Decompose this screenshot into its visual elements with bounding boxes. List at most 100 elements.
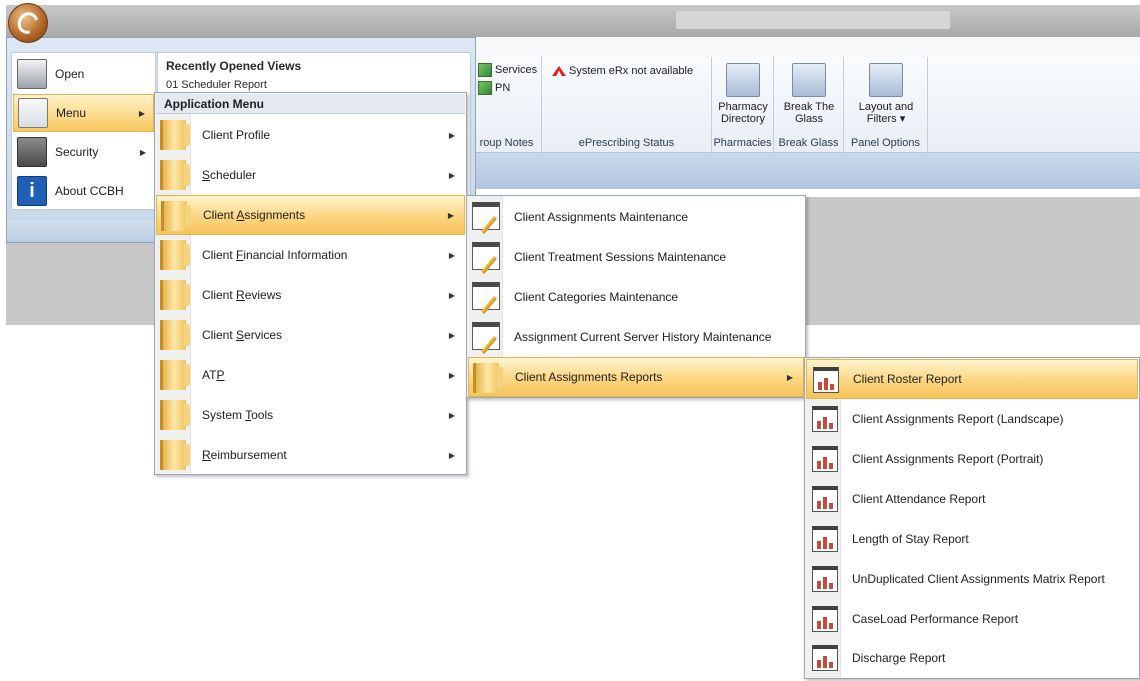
menu-item-label: Client Profile	[202, 128, 271, 142]
pn-icon	[478, 81, 492, 95]
break-glass-label-2: Glass	[794, 113, 824, 125]
menu-item-client-roster-report[interactable]: Client Roster Report	[806, 359, 1138, 399]
layout-and-filters-button[interactable]: Layout and Filters ▾	[854, 63, 918, 125]
menu-menu-item[interactable]: Menu ▶	[13, 94, 154, 132]
report-bar-icon-part	[817, 461, 821, 469]
menu-item-unduplicated-client-assignments-matrix-report[interactable]: UnDuplicated Client Assignments Matrix R…	[806, 559, 1138, 599]
menu-item-label: System Tools	[202, 408, 273, 422]
menu-item-label: inancial Information	[243, 248, 348, 262]
menu-label: Menu	[56, 106, 87, 120]
break-glass-group: Break The Glass Break Glass	[774, 57, 844, 153]
services-button[interactable]: Services	[478, 63, 537, 77]
open-label: Open	[55, 67, 85, 81]
report-bar-icon-part	[817, 621, 821, 629]
services-icon	[478, 63, 492, 77]
menu-item-label: Client Assignments Reports	[515, 370, 663, 384]
erx-status-indicator[interactable]: System eRx not available	[552, 65, 693, 77]
chevron-right-icon: ▶	[138, 108, 145, 118]
menu-item-label: eimbursement	[210, 448, 287, 462]
chevron-right-icon: ▶	[448, 370, 455, 380]
menu-item-client-attendance-report[interactable]: Client Attendance Report	[806, 479, 1138, 519]
report-bar-icon-part	[824, 378, 828, 390]
break-the-glass-button[interactable]: Break The Glass	[782, 63, 836, 125]
menu-item-label: S	[236, 328, 245, 342]
report-bar-icon-part	[817, 541, 821, 549]
menu-item-label: P	[216, 368, 225, 382]
menu-item-client-financial-information[interactable]: Client Financial Information ▶	[156, 235, 465, 275]
menu-item-atp[interactable]: ATP ▶	[156, 355, 465, 395]
chevron-right-icon: ▶	[448, 290, 455, 300]
pharmacy-label-1: Pharmacy	[718, 101, 768, 113]
group-notes-group: Services PN roup Notes	[472, 57, 542, 153]
menu-item-discharge-report[interactable]: Discharge Report	[806, 638, 1138, 678]
menu-item-label: R	[236, 288, 245, 302]
report-icon	[812, 526, 838, 552]
report-bar-icon-part	[829, 662, 833, 668]
pharmacies-group: Pharmacy Directory Pharmacies	[712, 57, 774, 153]
menu-item-label: Client	[202, 248, 237, 262]
report-bar-icon-part	[817, 660, 821, 668]
report-bar-icon-part	[817, 501, 821, 509]
chevron-right-icon: ▶	[448, 170, 455, 180]
menu-item-client-categories-maintenance[interactable]: Client Categories Maintenance	[468, 277, 804, 317]
chevron-right-icon: ▶	[448, 450, 455, 460]
application-orb-button[interactable]	[8, 3, 48, 43]
report-icon	[813, 367, 839, 393]
pn-button[interactable]: PN	[478, 81, 510, 95]
menu-item-caseload-performance-report[interactable]: CaseLoad Performance Report	[806, 599, 1138, 639]
security-menu-item[interactable]: Security ▶	[13, 133, 154, 171]
folder-icon	[160, 240, 190, 270]
menu-item-client-profile[interactable]: Client Profile ▶	[156, 115, 465, 155]
report-icon	[812, 446, 838, 472]
report-bar-icon-part	[829, 503, 833, 509]
about-menu-item[interactable]: i About CCBH	[13, 172, 154, 210]
menu-item-label: S	[202, 168, 211, 182]
eprescribing-label: ePrescribing Status	[578, 137, 675, 149]
menu-item-system-tools[interactable]: System Tools ▶	[156, 395, 465, 435]
chevron-right-icon: ▶	[786, 372, 793, 382]
menu-item-client-services[interactable]: Client Services ▶	[156, 315, 465, 355]
client-assignments-reports-submenu: Client Roster Report Client Assignments …	[804, 357, 1140, 679]
menu-item-label: Client	[202, 288, 237, 302]
menu-item-label: Client Assignments Report (Portrait)	[852, 452, 1044, 466]
folder-icon	[160, 360, 190, 390]
menu-item-label: AT	[202, 368, 217, 382]
chevron-right-icon: ▶	[139, 147, 146, 157]
menu-item-reimbursement[interactable]: Reimbursement ▶	[156, 435, 465, 475]
chevron-right-icon: ▶	[448, 410, 455, 420]
menu-item-label: Discharge Report	[852, 651, 946, 665]
menu-item-client-assignments-reports[interactable]: Client Assignments Reports ▶	[468, 357, 804, 397]
menu-item-label: Client Profile	[202, 128, 270, 142]
folder-icon	[473, 363, 503, 393]
menu-item-client-assignments-maintenance[interactable]: Client Assignments Maintenance	[468, 197, 804, 237]
folder-icon	[161, 201, 191, 231]
menu-item-label: CaseLoad Performance Report	[852, 612, 1019, 626]
panel-options-label: Panel Options	[850, 137, 921, 149]
pharmacy-label-2: Directory	[720, 113, 765, 125]
eprescribing-group: System eRx not available ePrescribing St…	[542, 57, 712, 153]
menu-item-scheduler[interactable]: Scheduler ▶	[156, 155, 465, 195]
report-bar-icon-part	[823, 617, 827, 629]
report-icon	[812, 486, 838, 512]
menu-item-length-of-stay-report[interactable]: Length of Stay Report	[806, 519, 1138, 559]
edit-pencil-icon	[472, 282, 500, 310]
layout-icon	[869, 63, 903, 97]
report-bar-icon-part	[829, 463, 833, 469]
menu-item-client-assignments-report-landscape[interactable]: Client Assignments Report (Landscape)	[806, 399, 1138, 439]
report-bar-icon-part	[829, 583, 833, 589]
recent-view-item[interactable]: 01 Scheduler Report	[166, 79, 267, 91]
report-bar-icon-part	[823, 457, 827, 469]
title-bar	[6, 5, 1140, 37]
menu-item-client-assignments[interactable]: Client Assignments ▶	[156, 195, 465, 235]
menu-item-client-treatment-sessions-maintenance[interactable]: Client Treatment Sessions Maintenance	[468, 237, 804, 277]
menu-item-client-assignments-report-portrait[interactable]: Client Assignments Report (Portrait)	[806, 439, 1138, 479]
menu-item-assignment-current-server-history-maintenance[interactable]: Assignment Current Server History Mainte…	[468, 317, 804, 357]
menu-item-client-reviews[interactable]: Client Reviews ▶	[156, 275, 465, 315]
pharmacy-directory-button[interactable]: Pharmacy Directory	[716, 63, 770, 125]
panel-options-group: Layout and Filters ▾ Panel Options	[844, 57, 928, 153]
layout-label-2: Filters ▾	[866, 113, 906, 125]
menu-item-label: cheduler	[210, 168, 257, 182]
menu-item-label: Client Assignments	[203, 208, 305, 222]
pharmacy-directory-icon	[726, 63, 760, 97]
open-menu-item[interactable]: Open	[13, 55, 154, 93]
